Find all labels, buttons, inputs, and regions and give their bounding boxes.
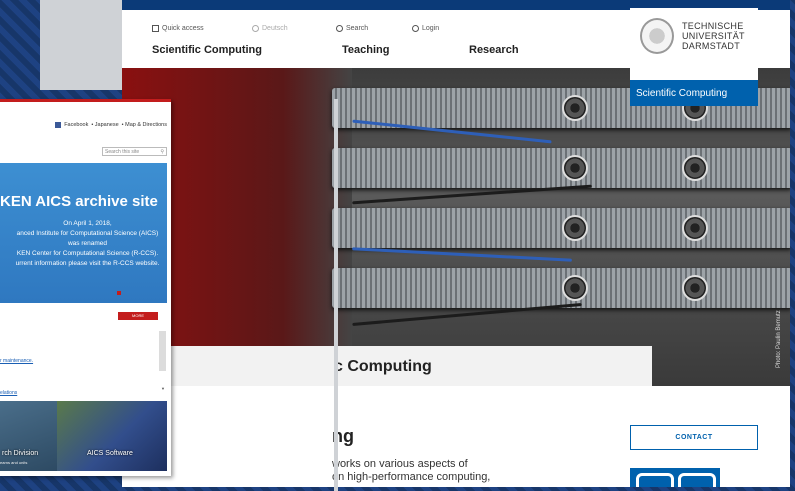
tu-seal-icon: [640, 18, 674, 54]
relations-link[interactable]: elations: [0, 390, 17, 396]
riken-thumbnails: rch Division earns and units AICS Softwa…: [0, 401, 167, 471]
news-scrollbar[interactable]: [159, 331, 166, 371]
fan-icon: [682, 155, 708, 181]
search-icon[interactable]: ⚲: [160, 149, 164, 155]
riken-window[interactable]: Facebook • Japanese • Map & Directions S…: [0, 99, 171, 476]
cable: [352, 247, 572, 262]
facebook-link[interactable]: Facebook: [64, 122, 88, 128]
tu-logo-band: Scientific Computing: [630, 80, 758, 106]
carousel-dot[interactable]: [117, 291, 121, 295]
user-icon: [412, 25, 419, 32]
nav-scientific-computing[interactable]: Scientific Computing: [152, 44, 262, 56]
server-unit: [332, 148, 790, 188]
banner-title: KEN AICS archive site: [0, 193, 158, 210]
scroll-down-icon[interactable]: ▼: [161, 386, 165, 391]
riken-banner: KEN AICS archive site On April 1, 2018, …: [0, 163, 167, 303]
maintenance-link[interactable]: r maintenance.: [0, 358, 33, 364]
hero-image: c Computing Photo: Paulin Bemutz: [122, 68, 790, 386]
quick-access-icon: [152, 25, 159, 32]
nav-research[interactable]: Research: [469, 44, 519, 56]
desktop-panel: [40, 0, 122, 90]
quick-access-link[interactable]: Quick access: [152, 25, 204, 32]
nav-teaching[interactable]: Teaching: [342, 44, 389, 56]
thumb-aics-software[interactable]: AICS Software: [57, 401, 167, 471]
globe-icon: [252, 25, 259, 32]
window-divider: [334, 99, 338, 491]
tu-logo-text: TECHNISCHE UNIVERSITÄT DARMSTADT: [682, 21, 745, 51]
contact-button[interactable]: CONTACT: [630, 425, 758, 450]
fan-icon: [562, 275, 588, 301]
language-link[interactable]: Deutsch: [252, 25, 288, 32]
tu-darmstadt-window[interactable]: Quick access Deutsch Search Login Scient…: [122, 0, 790, 487]
thumb-research-division[interactable]: rch Division earns and units: [0, 401, 57, 471]
facebook-icon: [55, 122, 62, 128]
sc-logo-icon: [630, 468, 720, 487]
hero-title: c Computing: [334, 358, 432, 375]
fan-icon: [562, 155, 588, 181]
server-unit: [332, 268, 790, 308]
banner-text: On April 1, 2018, anced Institute for Co…: [15, 220, 160, 267]
intro-text: works on various aspects of on high-perf…: [332, 458, 491, 483]
server-unit: [332, 208, 790, 248]
fan-icon: [562, 215, 588, 241]
search-link[interactable]: Search: [336, 25, 368, 32]
login-link[interactable]: Login: [412, 25, 439, 32]
riken-top-links: Facebook • Japanese • Map & Directions: [55, 122, 167, 128]
tu-logo[interactable]: TECHNISCHE UNIVERSITÄT DARMSTADT Scienti…: [630, 8, 758, 106]
japanese-link[interactable]: • Japanese: [91, 122, 118, 128]
photo-credit: Photo: Paulin Bemutz: [776, 310, 782, 368]
riken-search-input[interactable]: Search this site ⚲: [102, 147, 167, 156]
riken-more-button[interactable]: MORE: [118, 312, 158, 320]
map-directions-link[interactable]: • Map & Directions: [122, 122, 167, 128]
fan-icon: [682, 215, 708, 241]
fan-icon: [562, 95, 588, 121]
search-icon: [336, 25, 343, 32]
fan-icon: [682, 275, 708, 301]
